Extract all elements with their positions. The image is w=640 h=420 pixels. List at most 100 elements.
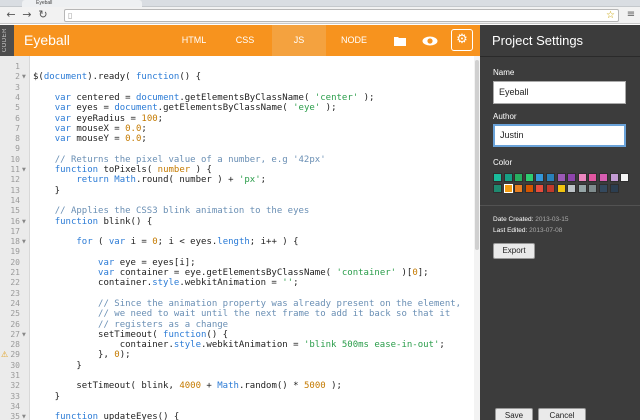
code-line[interactable]: 19: [0, 247, 476, 257]
color-swatch[interactable]: [567, 173, 577, 182]
code-line[interactable]: 24 // Since the animation property was a…: [0, 299, 476, 309]
color-swatch[interactable]: [599, 173, 608, 182]
line-number: 4: [15, 92, 20, 102]
tab-html[interactable]: HTML: [170, 25, 218, 56]
color-swatch[interactable]: [599, 184, 608, 193]
code-line[interactable]: 25 // we need to wait until the next fra…: [0, 309, 476, 319]
code-line[interactable]: 1: [0, 62, 476, 72]
color-swatch[interactable]: [535, 184, 545, 193]
project-title: Eyeball: [24, 32, 70, 48]
star-icon[interactable]: ☆: [606, 10, 615, 21]
color-swatch[interactable]: [577, 184, 587, 193]
gear-icon[interactable]: ⚙: [451, 29, 473, 51]
back-arrow-icon[interactable]: ←: [4, 8, 18, 22]
color-swatch[interactable]: [503, 184, 513, 193]
reload-icon[interactable]: ↻: [36, 8, 50, 22]
color-swatch[interactable]: [493, 173, 502, 182]
code-line[interactable]: 21 var container = eye.getElementsByClas…: [0, 268, 476, 278]
color-swatch[interactable]: [524, 184, 534, 193]
color-swatch[interactable]: [609, 173, 619, 182]
color-swatch[interactable]: [588, 184, 598, 193]
code-text: var mouseY = 0.0;: [54, 134, 147, 145]
color-swatch[interactable]: [514, 184, 524, 193]
code-line[interactable]: 15 // Applies the CSS3 blink animation t…: [0, 206, 476, 216]
fold-arrow-icon[interactable]: ▼: [22, 217, 26, 227]
color-swatch[interactable]: [493, 184, 502, 193]
color-swatch[interactable]: [556, 184, 566, 193]
eye-icon[interactable]: [418, 25, 442, 56]
color-swatch[interactable]: [577, 173, 587, 182]
code-line[interactable]: 30 }: [0, 361, 476, 371]
color-swatch[interactable]: [567, 184, 577, 193]
code-line[interactable]: 16 ▼ function blink() {: [0, 217, 476, 227]
code-line[interactable]: 10 // Returns the pixel value of a numbe…: [0, 155, 476, 165]
code-line[interactable]: 33 }: [0, 392, 476, 402]
address-bar[interactable]: ▯ ☆: [64, 9, 619, 22]
tab-css[interactable]: CSS: [222, 25, 268, 56]
code-line[interactable]: 34: [0, 402, 476, 412]
fold-arrow-icon[interactable]: ▼: [22, 72, 26, 82]
code-text: var eyes = document.getElementsByClassNa…: [54, 103, 337, 114]
code-line[interactable]: 11 ▼ function toPixels( number ) {: [0, 165, 476, 175]
code-line[interactable]: 7 var mouseX = 0.0;: [0, 124, 476, 134]
line-number: 32: [10, 381, 20, 391]
browser-tab[interactable]: Eyeball: [22, 0, 142, 7]
line-number: 6: [15, 113, 20, 123]
tab-js[interactable]: JS: [272, 25, 326, 56]
tab-node[interactable]: NODE: [330, 25, 378, 56]
code-line[interactable]: 28 container.style.webkitAnimation = 'bl…: [0, 340, 476, 350]
code-editor[interactable]: 1 2 ▼ $(document).ready( function() {3 4 var…: [0, 56, 480, 420]
code-line[interactable]: 23: [0, 289, 476, 299]
code-line[interactable]: 13 }: [0, 186, 476, 196]
save-button[interactable]: Save: [495, 408, 533, 420]
code-line[interactable]: 17: [0, 227, 476, 237]
code-line[interactable]: 22 container.style.webkitAnimation = '';: [0, 278, 476, 288]
code-line[interactable]: 4 var centered = document.getElementsByC…: [0, 93, 476, 103]
fold-arrow-icon[interactable]: ▼: [22, 237, 26, 247]
code-line[interactable]: 14: [0, 196, 476, 206]
color-swatch[interactable]: [524, 173, 534, 182]
code-line[interactable]: 20 var eye = eyes[i];: [0, 258, 476, 268]
code-text: // Since the animation property was alre…: [98, 298, 462, 309]
color-swatch[interactable]: [620, 173, 630, 182]
fold-arrow-icon[interactable]: ▼: [22, 330, 26, 340]
code-line[interactable]: 9: [0, 144, 476, 154]
code-line[interactable]: 8 var mouseY = 0.0;: [0, 134, 476, 144]
code-line[interactable]: 35 ▼ function updateEyes() {: [0, 412, 476, 420]
name-field[interactable]: Eyeball: [493, 81, 626, 104]
color-swatch[interactable]: [535, 173, 545, 182]
color-label: Color: [493, 158, 513, 167]
code-line[interactable]: 2 ▼ $(document).ready( function() {: [0, 72, 476, 82]
color-swatch[interactable]: [556, 173, 566, 182]
folder-icon[interactable]: [388, 25, 412, 56]
forward-arrow-icon[interactable]: →: [20, 8, 34, 22]
line-number: 27: [10, 329, 20, 339]
code-line[interactable]: 31: [0, 371, 476, 381]
code-line[interactable]: 12 return Math.round( number ) + 'px';: [0, 175, 476, 185]
line-number: 24: [10, 298, 20, 308]
color-swatch[interactable]: [514, 173, 524, 182]
color-swatch[interactable]: [503, 173, 513, 182]
code-text: $(document).ready( function() {: [33, 72, 202, 83]
code-line[interactable]: 5 var eyes = document.getElementsByClass…: [0, 103, 476, 113]
code-line[interactable]: 32 setTimeout( blink, 4000 + Math.random…: [0, 381, 476, 391]
color-swatch[interactable]: [609, 184, 619, 193]
cancel-button[interactable]: Cancel: [538, 408, 586, 420]
color-swatch[interactable]: [588, 173, 598, 182]
brand-label: CODER: [2, 28, 8, 53]
color-swatch[interactable]: [546, 173, 555, 182]
code-line[interactable]: 18 ▼ for ( var i = 0; i < eyes.length; i+…: [0, 237, 476, 247]
code-line[interactable]: ⚠ 29 }, 0);: [0, 350, 476, 360]
export-button[interactable]: Export: [493, 243, 535, 259]
last-edited-value: 2013-07-08: [529, 227, 563, 234]
fold-arrow-icon[interactable]: ▼: [22, 412, 26, 420]
menu-icon[interactable]: ≡: [624, 8, 638, 22]
code-line[interactable]: 3: [0, 83, 476, 93]
scroll-thumb[interactable]: [475, 60, 479, 250]
color-swatch[interactable]: [546, 184, 555, 193]
fold-arrow-icon[interactable]: ▼: [22, 165, 26, 175]
author-field[interactable]: Justin: [493, 124, 626, 147]
code-line[interactable]: 6 var eyeRadius = 100;: [0, 114, 476, 124]
code-line[interactable]: 27 ▼ setTimeout( function() {: [0, 330, 476, 340]
code-line[interactable]: 26 // registers as a change: [0, 320, 476, 330]
